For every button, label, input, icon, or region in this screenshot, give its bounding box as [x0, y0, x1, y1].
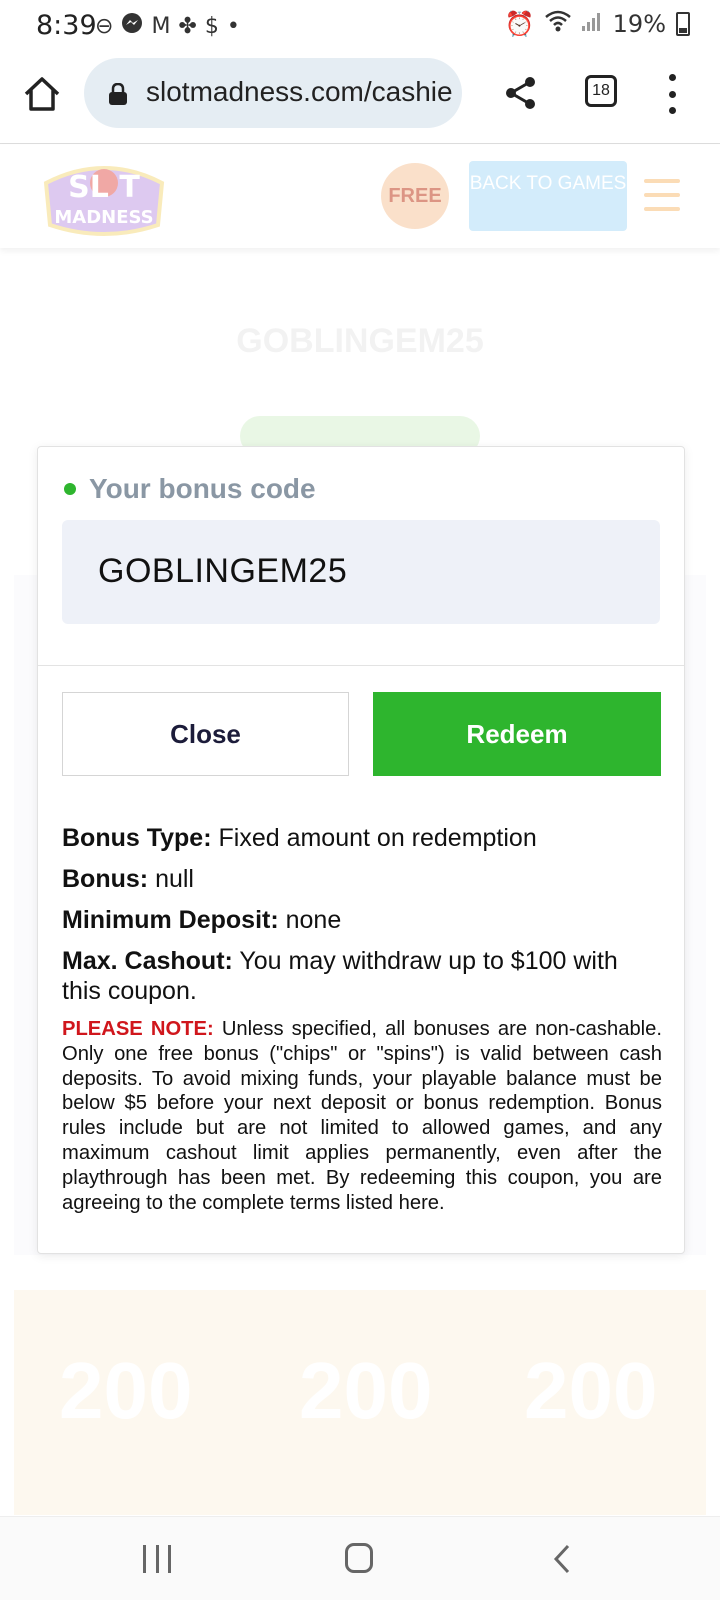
back-icon[interactable] — [550, 1543, 574, 1575]
detail-value: Fixed amount on redemption — [218, 824, 537, 852]
note-text: Unless specified, all bonuses are non-ca… — [62, 1018, 662, 1214]
browser-home-icon[interactable] — [22, 74, 62, 114]
detail-label: Bonus Type: — [62, 824, 212, 852]
prize-value: 200 — [59, 1346, 193, 1435]
battery-icon — [676, 12, 690, 36]
detail-label: Minimum Deposit: — [62, 906, 279, 934]
url-text: slotmadness.com/cashie — [146, 76, 453, 107]
battery-percent: 19% — [612, 10, 666, 38]
bonus-code-box[interactable]: GOBLINGEM25 — [62, 520, 660, 624]
modal-header: Your bonus code — [64, 473, 316, 505]
svg-text:SL T: SL T — [68, 170, 140, 205]
share-icon[interactable] — [504, 76, 538, 110]
detail-value: null — [155, 865, 194, 893]
divider — [38, 665, 684, 666]
gmail-icon: M — [151, 13, 171, 39]
prize-value: 200 — [524, 1346, 658, 1435]
dnd-icon: ⊖ — [95, 13, 114, 39]
site-header: SL T MADNESS FREE BACK TO GAMES — [0, 145, 720, 248]
address-bar[interactable]: slotmadness.com/cashie — [84, 58, 462, 128]
lock-icon — [108, 82, 128, 105]
bonus-code-value[interactable]: GOBLINGEM25 — [98, 552, 347, 591]
background-prize-strip: 200 200 200 — [14, 1290, 706, 1515]
svg-text:MADNESS: MADNESS — [54, 207, 153, 228]
modal-title: Your bonus code — [89, 473, 316, 504]
pinwheel-icon: ✤ — [178, 13, 197, 39]
hamburger-menu-icon[interactable] — [644, 179, 680, 211]
background-code-text: GOBLINGEM25 — [236, 322, 484, 360]
bonus-line: Bonus: null — [62, 864, 662, 894]
detail-label: Bonus: — [62, 865, 149, 893]
bonus-details: Bonus Type: Fixed amount on redemption B… — [62, 823, 662, 1215]
status-time: 8:39 — [36, 10, 97, 41]
tab-switcher-button[interactable]: 18 — [585, 75, 617, 107]
signal-icon — [581, 10, 603, 38]
messenger-icon — [121, 12, 143, 40]
terms-note: PLEASE NOTE: Unless specified, all bonus… — [62, 1017, 662, 1215]
free-games-badge[interactable]: FREE — [381, 163, 449, 229]
back-to-games-button[interactable]: BACK TO GAMES — [469, 161, 627, 231]
note-label: PLEASE NOTE: — [62, 1018, 214, 1040]
status-dot-icon — [64, 483, 76, 495]
detail-label: Max. Cashout: — [62, 947, 233, 975]
system-icons: ⏰ 19% — [505, 10, 690, 38]
bonus-type-line: Bonus Type: Fixed amount on redemption — [62, 823, 662, 853]
minimum-deposit-line: Minimum Deposit: none — [62, 905, 662, 935]
slot-madness-logo[interactable]: SL T MADNESS — [36, 153, 172, 241]
browser-menu-icon[interactable] — [662, 74, 682, 114]
notification-icons: ⊖ M ✤ $ • — [95, 12, 240, 40]
prize-value: 200 — [299, 1346, 433, 1435]
browser-toolbar: slotmadness.com/cashie 18 — [0, 52, 720, 144]
home-icon[interactable] — [345, 1543, 373, 1573]
detail-value: none — [285, 906, 342, 934]
redeem-button[interactable]: Redeem — [373, 692, 661, 776]
max-cashout-line: Max. Cashout: You may withdraw up to $10… — [62, 946, 662, 1006]
system-navigation-bar — [0, 1516, 720, 1600]
wifi-icon — [544, 10, 571, 38]
dot-icon: • — [226, 13, 240, 39]
close-button[interactable]: Close — [62, 692, 349, 776]
status-bar: 8:39 ⊖ M ✤ $ • ⏰ 19% — [0, 0, 720, 52]
alarm-icon: ⏰ — [504, 10, 535, 38]
bonus-code-modal: Your bonus code GOBLINGEM25 Close Redeem… — [37, 446, 685, 1254]
recent-apps-icon[interactable] — [143, 1545, 171, 1573]
dollar-icon: $ — [204, 13, 219, 39]
